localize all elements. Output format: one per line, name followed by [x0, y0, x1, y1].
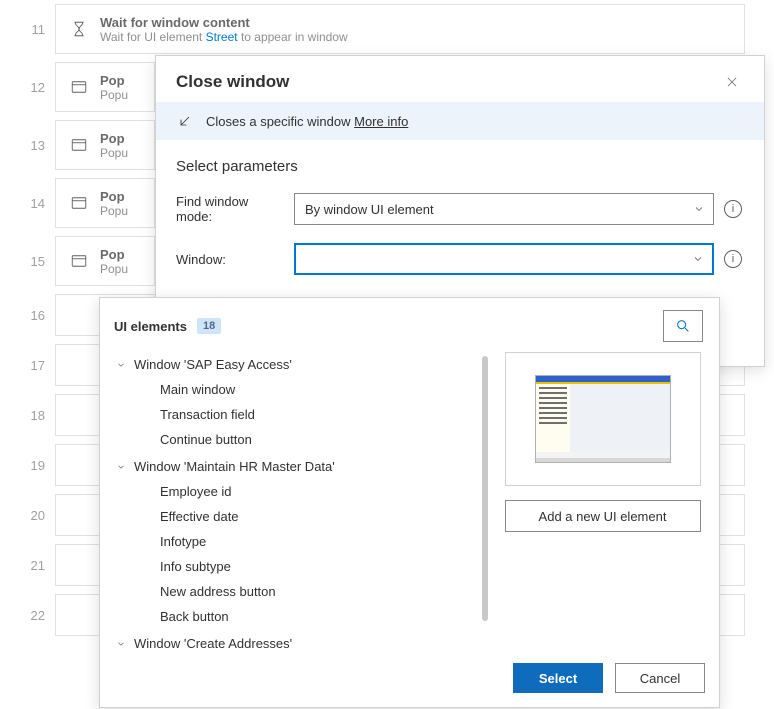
- picker-label: UI elements: [114, 319, 187, 334]
- preview-thumbnail: [535, 375, 671, 463]
- step-number: 21: [0, 558, 55, 573]
- help-icon[interactable]: i: [724, 200, 742, 218]
- tree-node-label: Infotype: [134, 534, 206, 549]
- step-number: 11: [0, 22, 55, 37]
- section-heading: Select parameters: [176, 158, 744, 175]
- step-title: Pop: [100, 189, 140, 204]
- step-number: 18: [0, 408, 55, 423]
- tree-leaf-node[interactable]: New address button: [114, 579, 490, 604]
- scrollbar[interactable]: [482, 356, 488, 621]
- tree-leaf-node[interactable]: Employee id: [114, 479, 490, 504]
- chevron-down-icon: [692, 253, 704, 265]
- tree-node-label: Effective date: [134, 509, 239, 524]
- step-number: 12: [0, 80, 55, 95]
- find-window-mode-select[interactable]: By window UI element: [294, 193, 714, 225]
- step-number: 13: [0, 138, 55, 153]
- arrow-down-left-icon: [176, 112, 194, 130]
- tree-node-label: Continue button: [134, 432, 252, 447]
- step-number: 15: [0, 254, 55, 269]
- cancel-button[interactable]: Cancel: [615, 663, 705, 693]
- step-number: 19: [0, 458, 55, 473]
- find-window-mode-label: Find window mode:: [176, 194, 284, 224]
- step-subtitle: Popu: [100, 88, 140, 102]
- step-subtitle: Popu: [100, 204, 140, 218]
- tree-leaf-node[interactable]: Effective date: [114, 504, 490, 529]
- more-info-link[interactable]: More info: [354, 114, 408, 129]
- step-title: Pop: [100, 131, 140, 146]
- step-subtitle: Wait for UI element Street to appear in …: [100, 30, 730, 44]
- tree-node-label: Main window: [134, 382, 235, 397]
- tree-node-label: Info subtype: [134, 559, 231, 574]
- step-number: 16: [0, 308, 55, 323]
- help-icon[interactable]: i: [724, 250, 742, 268]
- tree-window-node[interactable]: Window 'Create Addresses': [114, 631, 490, 651]
- step-card[interactable]: Wait for window content Wait for UI elem…: [55, 4, 745, 54]
- select-value: By window UI element: [305, 202, 434, 217]
- chevron-down-icon: [693, 203, 705, 215]
- step-card[interactable]: Pop Popu: [55, 236, 155, 286]
- ui-element-link[interactable]: Street: [206, 30, 238, 44]
- tree-node-label: Back button: [134, 609, 229, 624]
- step-card[interactable]: Pop Popu: [55, 120, 155, 170]
- add-ui-element-button[interactable]: Add a new UI element: [505, 500, 701, 532]
- window-label: Window:: [176, 252, 284, 267]
- tree-leaf-node[interactable]: Main window: [114, 377, 490, 402]
- info-text: Closes a specific window: [206, 114, 354, 129]
- chevron-down-icon: [114, 460, 128, 474]
- step-number: 20: [0, 508, 55, 523]
- tree-node-label: Window 'SAP Easy Access': [134, 357, 292, 372]
- flow-row: 11 Wait for window content Wait for UI e…: [0, 4, 774, 54]
- chevron-down-icon: [114, 637, 128, 651]
- step-number: 17: [0, 358, 55, 373]
- picker-count-badge: 18: [197, 318, 221, 334]
- window-icon: [70, 252, 88, 270]
- tree-node-label: New address button: [134, 584, 276, 599]
- tree-node-label: Window 'Create Addresses': [134, 636, 292, 651]
- step-subtitle: Popu: [100, 262, 140, 276]
- ui-element-tree: Window 'SAP Easy Access' Main window Tra…: [100, 352, 490, 651]
- tree-leaf-node[interactable]: Info subtype: [114, 554, 490, 579]
- info-banner: Closes a specific window More info: [156, 102, 764, 140]
- chevron-down-icon: [114, 358, 128, 372]
- tree-window-node[interactable]: Window 'SAP Easy Access': [114, 352, 490, 377]
- step-card[interactable]: Pop Popu: [55, 178, 155, 228]
- close-icon[interactable]: [720, 70, 744, 94]
- step-title: Wait for window content: [100, 15, 730, 30]
- window-select[interactable]: [294, 243, 714, 275]
- step-title: Pop: [100, 247, 140, 262]
- tree-node-label: Transaction field: [134, 407, 255, 422]
- tree-leaf-node[interactable]: Continue button: [114, 427, 490, 452]
- window-icon: [70, 194, 88, 212]
- search-button[interactable]: [663, 310, 703, 342]
- step-number: 22: [0, 608, 55, 623]
- ui-element-preview: [505, 352, 701, 486]
- step-subtitle: Popu: [100, 146, 140, 160]
- step-card[interactable]: Pop Popu: [55, 62, 155, 112]
- tree-window-node[interactable]: Window 'Maintain HR Master Data': [114, 454, 490, 479]
- tree-node-label: Window 'Maintain HR Master Data': [134, 459, 335, 474]
- tree-leaf-node[interactable]: Back button: [114, 604, 490, 629]
- tree-leaf-node[interactable]: Transaction field: [114, 402, 490, 427]
- window-icon: [70, 136, 88, 154]
- ui-element-picker: UI elements 18 Window 'SAP Easy Access' …: [99, 297, 720, 708]
- step-number: 14: [0, 196, 55, 211]
- hourglass-icon: [70, 20, 88, 38]
- select-button[interactable]: Select: [513, 663, 603, 693]
- dialog-title: Close window: [176, 72, 289, 92]
- tree-node-label: Employee id: [134, 484, 232, 499]
- window-icon: [70, 78, 88, 96]
- tree-leaf-node[interactable]: Infotype: [114, 529, 490, 554]
- step-title: Pop: [100, 73, 140, 88]
